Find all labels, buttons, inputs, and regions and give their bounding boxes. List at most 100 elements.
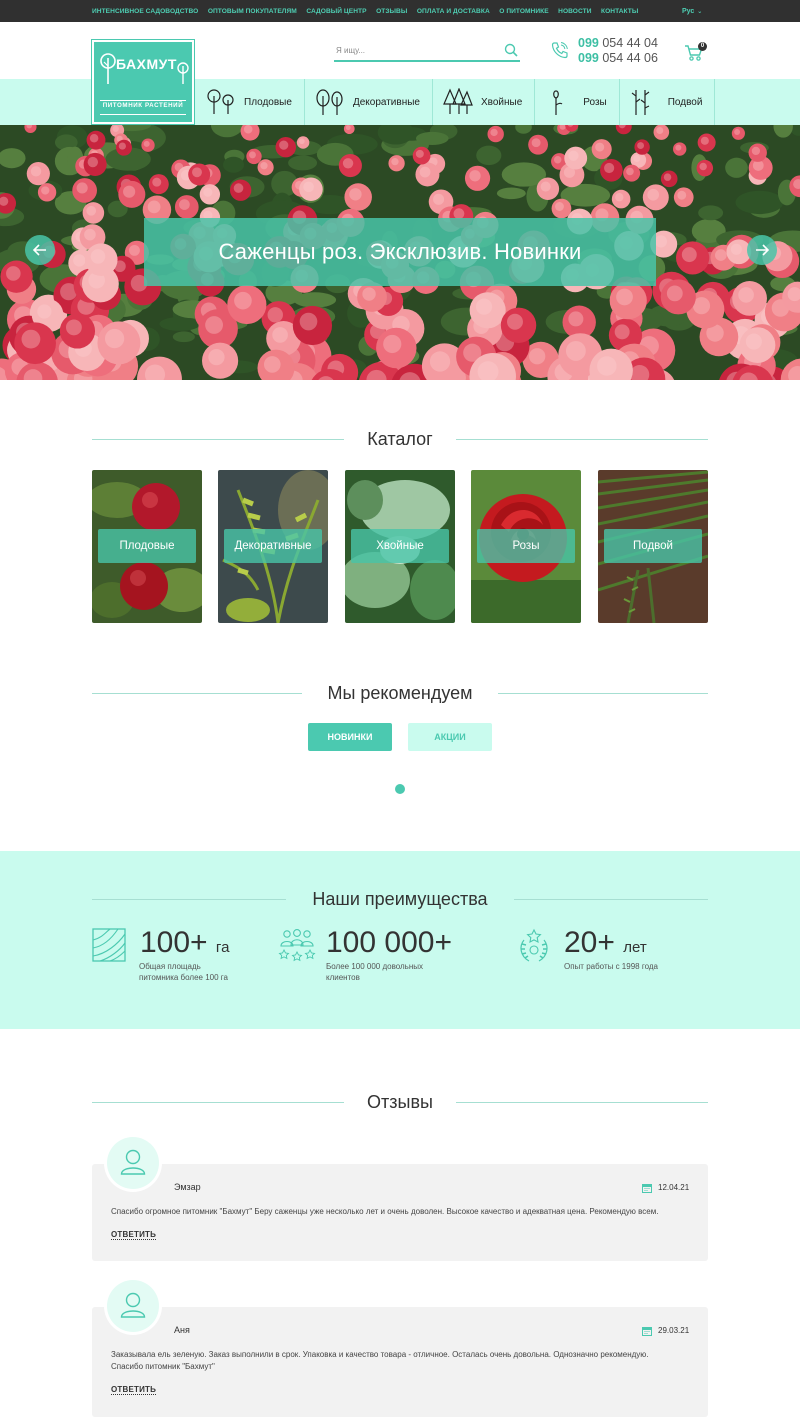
hero-rose-highlight bbox=[86, 205, 97, 216]
hero-rose-highlight bbox=[647, 188, 660, 201]
hero-rose-highlight bbox=[112, 125, 119, 132]
hero-rose-highlight bbox=[540, 181, 551, 192]
search-icon[interactable] bbox=[504, 43, 518, 57]
hero-rose-highlight bbox=[529, 348, 546, 365]
logo-divider bbox=[100, 100, 186, 101]
hero-rose-highlight bbox=[147, 200, 161, 214]
clients-icon bbox=[278, 929, 316, 962]
logo-divider-bottom bbox=[100, 114, 186, 115]
phone-number-1[interactable]: 099 054 44 04 bbox=[578, 36, 658, 51]
tab-sale[interactable]: Акции bbox=[408, 723, 492, 751]
advantage-area-desc: Общая площадь питомника более 100 га bbox=[139, 962, 228, 983]
top-nav-news[interactable]: Новости bbox=[558, 8, 591, 15]
catalog-card-rootstock[interactable]: Подвой bbox=[598, 470, 708, 623]
recommend-title: Мы рекомендуем bbox=[327, 683, 473, 703]
hero-rose-highlight bbox=[469, 170, 481, 182]
review-reply-link[interactable]: Ответить bbox=[111, 1230, 157, 1240]
fruit-trees-icon bbox=[207, 89, 234, 114]
search-box bbox=[334, 40, 520, 62]
hero-rose-highlight bbox=[21, 329, 41, 349]
review-date: 12.04.21 bbox=[658, 1183, 690, 1192]
hero-rose-highlight bbox=[626, 167, 634, 176]
hero-rose-highlight bbox=[475, 298, 493, 315]
hero-rose-highlight bbox=[553, 156, 562, 164]
hero-rose-highlight bbox=[84, 228, 96, 241]
hero-rose-highlight bbox=[666, 285, 683, 302]
hero-rose-highlight bbox=[279, 140, 289, 150]
phone-digits-2: 054 44 06 bbox=[602, 51, 658, 65]
hero-rose-highlight bbox=[118, 142, 126, 150]
hero-rose-highlight bbox=[700, 136, 709, 145]
hero-rose-highlight bbox=[391, 157, 399, 166]
language-selector[interactable]: Рус ⌄ bbox=[682, 0, 702, 22]
catalog-card-conifer[interactable]: Хвойные bbox=[345, 470, 455, 623]
catalog-card-decorative[interactable]: Декоративные bbox=[218, 470, 328, 623]
hero-rose-highlight bbox=[6, 266, 21, 281]
hero-rose-highlight bbox=[715, 249, 727, 261]
search-input[interactable] bbox=[334, 40, 494, 61]
conifer-icon bbox=[443, 88, 473, 114]
category-nav-rootstock[interactable]: Подвой bbox=[620, 79, 716, 125]
advantages-heading: Наши преимущества bbox=[92, 884, 708, 914]
catalog-card-fruit[interactable]: Плодовые bbox=[92, 470, 202, 623]
arrow-left-icon bbox=[32, 244, 46, 256]
slider-prev-button[interactable] bbox=[25, 235, 55, 265]
hero-banner-text: Саженцы роз. Эксклюзив. Новинки bbox=[218, 239, 582, 264]
category-nav-decorative[interactable]: Декоративные bbox=[305, 79, 433, 125]
advantage-area-number: 100+ bbox=[140, 926, 208, 959]
hero-leaf bbox=[222, 156, 245, 173]
cart-count-badge: 0 bbox=[698, 42, 707, 51]
review-text-line1: Заказывала ель зеленую. Заказ выполнили … bbox=[111, 1350, 649, 1359]
reviews-heading: Отзывы bbox=[92, 1087, 708, 1117]
catalog-card-label: Розы bbox=[477, 529, 575, 563]
category-nav-roses[interactable]: Розы bbox=[535, 79, 620, 125]
hero-rose-highlight bbox=[104, 328, 125, 349]
hero-rose-highlight bbox=[531, 138, 541, 148]
advantages-title: Наши преимущества bbox=[312, 889, 488, 909]
hero-rose-highlight bbox=[299, 312, 318, 331]
review-reply-link[interactable]: Ответить bbox=[111, 1385, 157, 1395]
hero-rose-highlight bbox=[699, 162, 707, 171]
top-nav-reviews[interactable]: Отзывы bbox=[376, 8, 407, 15]
top-nav-garden-center[interactable]: Садовый центр bbox=[306, 8, 366, 15]
hero-rose-highlight bbox=[263, 356, 281, 373]
hero-rose-highlight bbox=[234, 291, 252, 310]
top-nav-payment[interactable]: Оплата и доставка bbox=[417, 8, 490, 15]
hero-rose-highlight bbox=[433, 193, 445, 205]
hero-leaf bbox=[698, 205, 724, 221]
review-author: Аня bbox=[174, 1325, 190, 1335]
top-nav-intensive[interactable]: Интенсивное садоводство bbox=[92, 8, 198, 15]
hero-rose-highlight bbox=[654, 235, 668, 248]
laurel-icon bbox=[520, 928, 548, 962]
top-nav-wholesale[interactable]: Оптовым покупателям bbox=[208, 8, 297, 15]
hero-rose-highlight bbox=[751, 146, 761, 156]
logo[interactable]: БАХМУТ питомник растений bbox=[92, 40, 194, 124]
tab-new[interactable]: Новинки bbox=[308, 723, 392, 751]
category-nav-label: Хвойные bbox=[480, 96, 523, 108]
hero-rose-highlight bbox=[272, 327, 288, 343]
hero-rose-highlight bbox=[419, 166, 431, 178]
hero-rose-highlight bbox=[604, 162, 615, 174]
hero-rose-highlight bbox=[614, 324, 630, 340]
carousel-dot[interactable] bbox=[395, 784, 405, 794]
top-nav-about[interactable]: О питомнике bbox=[499, 8, 548, 15]
slider-next-button[interactable] bbox=[747, 235, 777, 265]
hero-leaf bbox=[172, 331, 195, 343]
phone-icon bbox=[551, 42, 568, 59]
hero-banner[interactable]: Саженцы роз. Эксклюзив. Новинки bbox=[144, 218, 656, 286]
catalog-card-label: Декоративные bbox=[224, 529, 322, 563]
hero-rose-highlight bbox=[633, 154, 641, 162]
hero-rose-highlight bbox=[637, 142, 645, 150]
hero-rose-highlight bbox=[65, 319, 82, 336]
category-nav-fruit[interactable]: Плодовые bbox=[196, 79, 305, 125]
catalog-card-roses[interactable]: Розы bbox=[471, 470, 581, 623]
top-nav-contacts[interactable]: Контакты bbox=[601, 8, 638, 15]
hero-rose-highlight bbox=[507, 313, 523, 330]
phone-number-2[interactable]: 099 054 44 06 bbox=[578, 51, 658, 66]
category-nav-conifer[interactable]: Хвойные bbox=[433, 79, 536, 125]
category-nav-label: Декоративные bbox=[352, 96, 420, 108]
advantage-years-desc-line1: Опыт работы с 1998 года bbox=[564, 962, 658, 971]
hero-rose-highlight bbox=[565, 340, 586, 361]
user-icon bbox=[120, 1149, 146, 1175]
hero-leaf bbox=[735, 190, 784, 215]
